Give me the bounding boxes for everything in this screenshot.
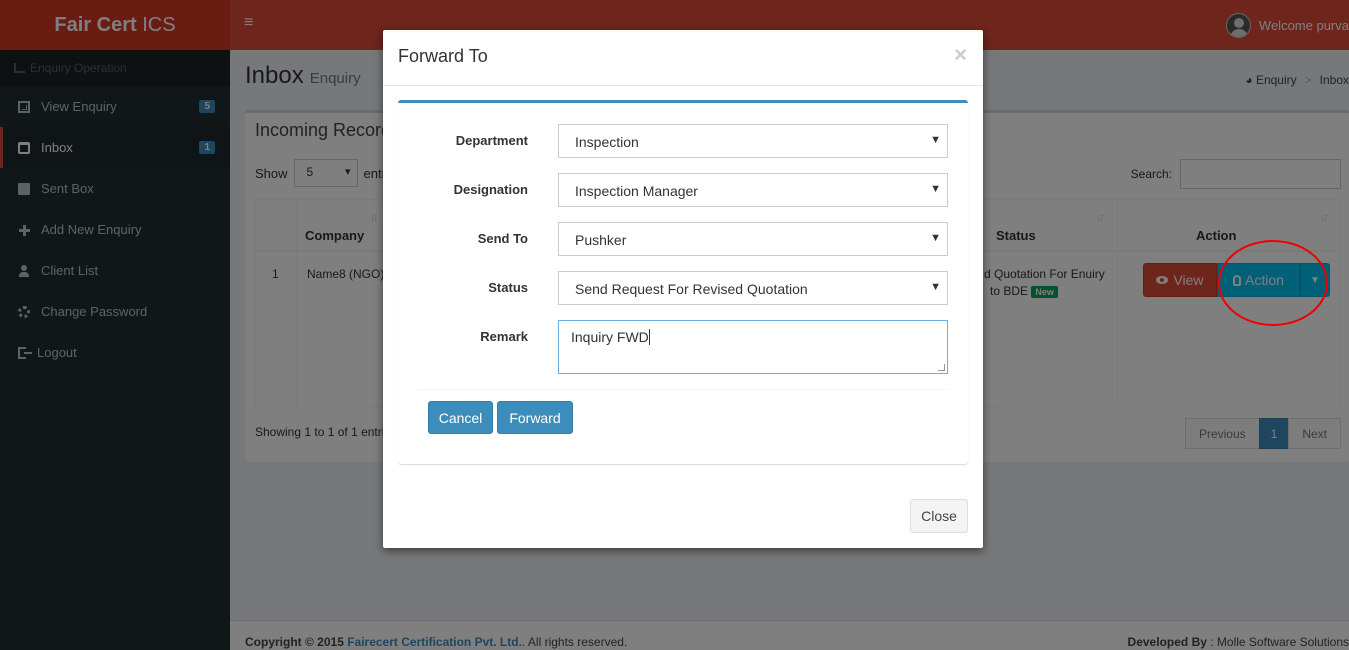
chevron-down-icon: ▼ <box>930 281 941 293</box>
send-to-value: Pushker <box>575 232 627 248</box>
text-cursor <box>648 329 650 345</box>
designation-select[interactable]: Inspection Manager ▼ <box>558 173 948 207</box>
remark-textarea[interactable]: Inquiry FWD <box>558 320 948 374</box>
department-label: Department <box>455 133 528 148</box>
forward-form: Department Inspection ▼ Designation Insp… <box>398 100 968 464</box>
remark-label: Remark <box>480 329 528 344</box>
send-to-select[interactable]: Pushker ▼ <box>558 222 948 256</box>
designation-label: Designation <box>453 182 528 197</box>
send-to-label: Send To <box>477 231 528 246</box>
department-value: Inspection <box>575 134 639 150</box>
modal-header: Forward To × <box>383 30 983 86</box>
cancel-button[interactable]: Cancel <box>428 401 493 434</box>
forward-to-modal: Forward To × Department Inspection ▼ Des… <box>383 30 983 548</box>
status-value: Send Request For Revised Quotation <box>575 281 808 297</box>
status-select[interactable]: Send Request For Revised Quotation ▼ <box>558 271 948 305</box>
designation-value: Inspection Manager <box>575 183 698 199</box>
modal-title: Forward To <box>398 46 488 66</box>
annotation-circle <box>1218 240 1328 326</box>
department-select[interactable]: Inspection ▼ <box>558 124 948 158</box>
chevron-down-icon: ▼ <box>930 232 941 244</box>
remark-value: Inquiry FWD <box>571 329 649 345</box>
chevron-down-icon: ▼ <box>930 134 941 146</box>
form-divider <box>418 389 948 390</box>
chevron-down-icon: ▼ <box>930 183 941 195</box>
close-icon[interactable]: × <box>954 42 967 68</box>
close-button[interactable]: Close <box>910 499 968 533</box>
forward-button[interactable]: Forward <box>497 401 573 434</box>
status-label: Status <box>488 280 528 295</box>
